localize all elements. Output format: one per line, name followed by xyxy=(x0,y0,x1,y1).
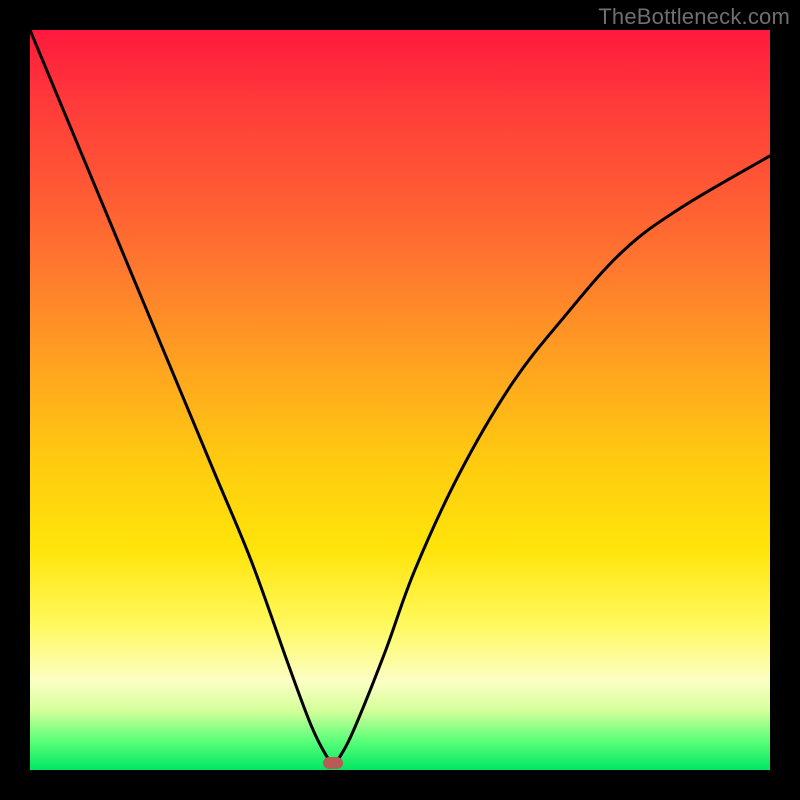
chart-frame: TheBottleneck.com xyxy=(0,0,800,800)
curve-svg xyxy=(30,30,770,770)
watermark-text: TheBottleneck.com xyxy=(598,4,790,30)
min-marker xyxy=(323,757,343,769)
plot-area xyxy=(30,30,770,770)
bottleneck-curve xyxy=(30,30,770,763)
